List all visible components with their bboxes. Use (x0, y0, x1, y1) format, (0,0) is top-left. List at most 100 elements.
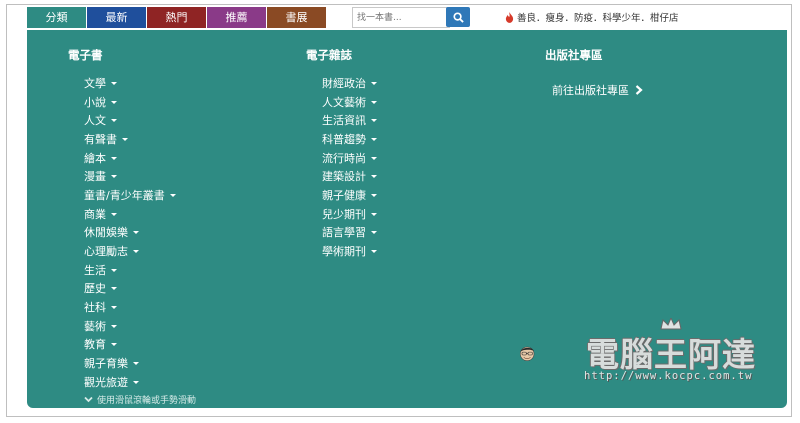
hot-keywords-text[interactable]: 善良．瘦身．防疫．科學少年．柑仔店 (517, 10, 679, 24)
ebook-category-label: 小說 (84, 96, 106, 109)
ebook-category-item[interactable]: 心理勵志 (84, 243, 139, 259)
caret-down-icon (111, 81, 117, 85)
caret-down-icon (111, 305, 117, 309)
magazine-category-item[interactable]: 兒少期刊 (322, 206, 377, 222)
ebook-category-item[interactable]: 教育 (84, 336, 117, 352)
caret-down-icon (111, 212, 117, 216)
magazine-category-label: 建築設計 (322, 170, 366, 183)
ebooks-column-title: 電子書 (68, 48, 103, 62)
tab-popular[interactable]: 熱門 (147, 7, 206, 28)
chevron-down-icon (84, 396, 93, 403)
scroll-hint: 使用滑鼠滾輪或手勢滑動 (84, 393, 196, 406)
caret-down-icon (371, 230, 377, 234)
ebook-category-item[interactable]: 童書/青少年叢書 (84, 187, 176, 203)
ebook-category-label: 有聲書 (84, 133, 117, 146)
magazine-category-label: 生活資訊 (322, 114, 366, 127)
tab-category[interactable]: 分類 (27, 7, 86, 28)
caret-down-icon (371, 193, 377, 197)
magazine-category-label: 兒少期刊 (322, 208, 366, 221)
caret-down-icon (111, 100, 117, 104)
ebook-category-label: 繪本 (84, 152, 106, 165)
caret-down-icon (133, 249, 139, 253)
ebook-category-label: 教育 (84, 338, 106, 351)
caret-down-icon (111, 118, 117, 122)
ebook-category-item[interactable]: 社科 (84, 299, 117, 315)
ebook-category-item[interactable]: 休閒娛樂 (84, 224, 139, 240)
ebook-category-item[interactable]: 觀光旅遊 (84, 374, 139, 390)
tab-recommended[interactable]: 推薦 (207, 7, 266, 28)
search-button[interactable] (446, 7, 470, 27)
ebook-category-label: 文學 (84, 77, 106, 90)
caret-down-icon (371, 81, 377, 85)
caret-down-icon (111, 324, 117, 328)
magazine-category-item[interactable]: 財經政治 (322, 75, 377, 91)
ebook-category-item[interactable]: 繪本 (84, 150, 117, 166)
caret-down-icon (133, 361, 139, 365)
watermark-url: http://www.kocpc.com.tw (584, 370, 753, 382)
magazine-category-item[interactable]: 科普趨勢 (322, 131, 377, 147)
caret-down-icon (111, 268, 117, 272)
search-box (352, 7, 450, 28)
caret-down-icon (111, 174, 117, 178)
ebook-category-item[interactable]: 漫畫 (84, 168, 117, 184)
caret-down-icon (111, 342, 117, 346)
magazine-category-label: 科普趨勢 (322, 133, 366, 146)
ebook-category-item[interactable]: 人文 (84, 112, 117, 128)
chevron-right-icon (635, 85, 643, 95)
magazine-category-item[interactable]: 語言學習 (322, 224, 377, 240)
caret-down-icon (371, 137, 377, 141)
ebook-category-label: 觀光旅遊 (84, 376, 128, 389)
ebook-category-item[interactable]: 小說 (84, 94, 117, 110)
scroll-hint-text: 使用滑鼠滾輪或手勢滑動 (97, 396, 197, 406)
caret-down-icon (371, 118, 377, 122)
publisher-zone-link[interactable]: 前往出版社專區 (552, 82, 643, 98)
publisher-zone-link-label: 前往出版社專區 (552, 84, 629, 97)
ebook-category-item[interactable]: 文學 (84, 75, 117, 91)
ebook-category-label: 童書/青少年叢書 (84, 189, 165, 202)
caret-down-icon (371, 100, 377, 104)
magazine-category-label: 學術期刊 (322, 245, 366, 258)
ebook-category-item[interactable]: 商業 (84, 206, 117, 222)
ebook-category-label: 歷史 (84, 282, 106, 295)
ebook-category-item[interactable]: 歷史 (84, 280, 117, 296)
tab-latest[interactable]: 最新 (87, 7, 146, 28)
magazine-category-item[interactable]: 建築設計 (322, 168, 377, 184)
ebook-category-label: 人文 (84, 114, 106, 127)
caret-down-icon (371, 174, 377, 178)
ebook-category-label: 生活 (84, 264, 106, 277)
ebook-category-item[interactable]: 親子育樂 (84, 355, 139, 371)
caret-down-icon (133, 230, 139, 234)
caret-down-icon (169, 193, 176, 197)
magazine-category-label: 流行時尚 (322, 152, 366, 165)
magazine-category-item[interactable]: 生活資訊 (322, 112, 377, 128)
ebook-category-label: 漫畫 (84, 170, 106, 183)
fire-icon (505, 11, 514, 23)
hot-keywords: 善良．瘦身．防疫．科學少年．柑仔店 (505, 10, 679, 24)
caret-down-icon (122, 137, 128, 141)
magazine-category-item[interactable]: 人文藝術 (322, 94, 377, 110)
ebook-category-label: 親子育樂 (84, 357, 128, 370)
ebook-category-label: 休閒娛樂 (84, 226, 128, 239)
magazine-category-item[interactable]: 流行時尚 (322, 150, 377, 166)
ebook-category-label: 心理勵志 (84, 245, 128, 258)
ebook-category-item[interactable]: 藝術 (84, 318, 117, 334)
caret-down-icon (111, 156, 117, 160)
watermark-mascot (520, 346, 535, 361)
ebook-category-item[interactable]: 有聲書 (84, 131, 128, 147)
caret-down-icon (371, 212, 377, 216)
magazine-category-item[interactable]: 學術期刊 (322, 243, 377, 259)
ebook-category-label: 商業 (84, 208, 106, 221)
magazine-category-label: 財經政治 (322, 77, 366, 90)
publishers-column-title: 出版社專區 (545, 48, 603, 62)
ebook-category-label: 藝術 (84, 320, 106, 333)
magazine-category-label: 語言學習 (322, 226, 366, 239)
watermark-title: 電腦王阿達 (586, 335, 756, 374)
caret-down-icon (111, 286, 117, 290)
magazine-category-item[interactable]: 親子健康 (322, 187, 377, 203)
tab-book-fair[interactable]: 書展 (267, 7, 326, 28)
caret-down-icon (133, 380, 139, 384)
ebook-category-item[interactable]: 生活 (84, 262, 117, 278)
ebook-category-label: 社科 (84, 301, 106, 314)
search-icon (452, 11, 464, 23)
search-input[interactable] (352, 7, 450, 28)
